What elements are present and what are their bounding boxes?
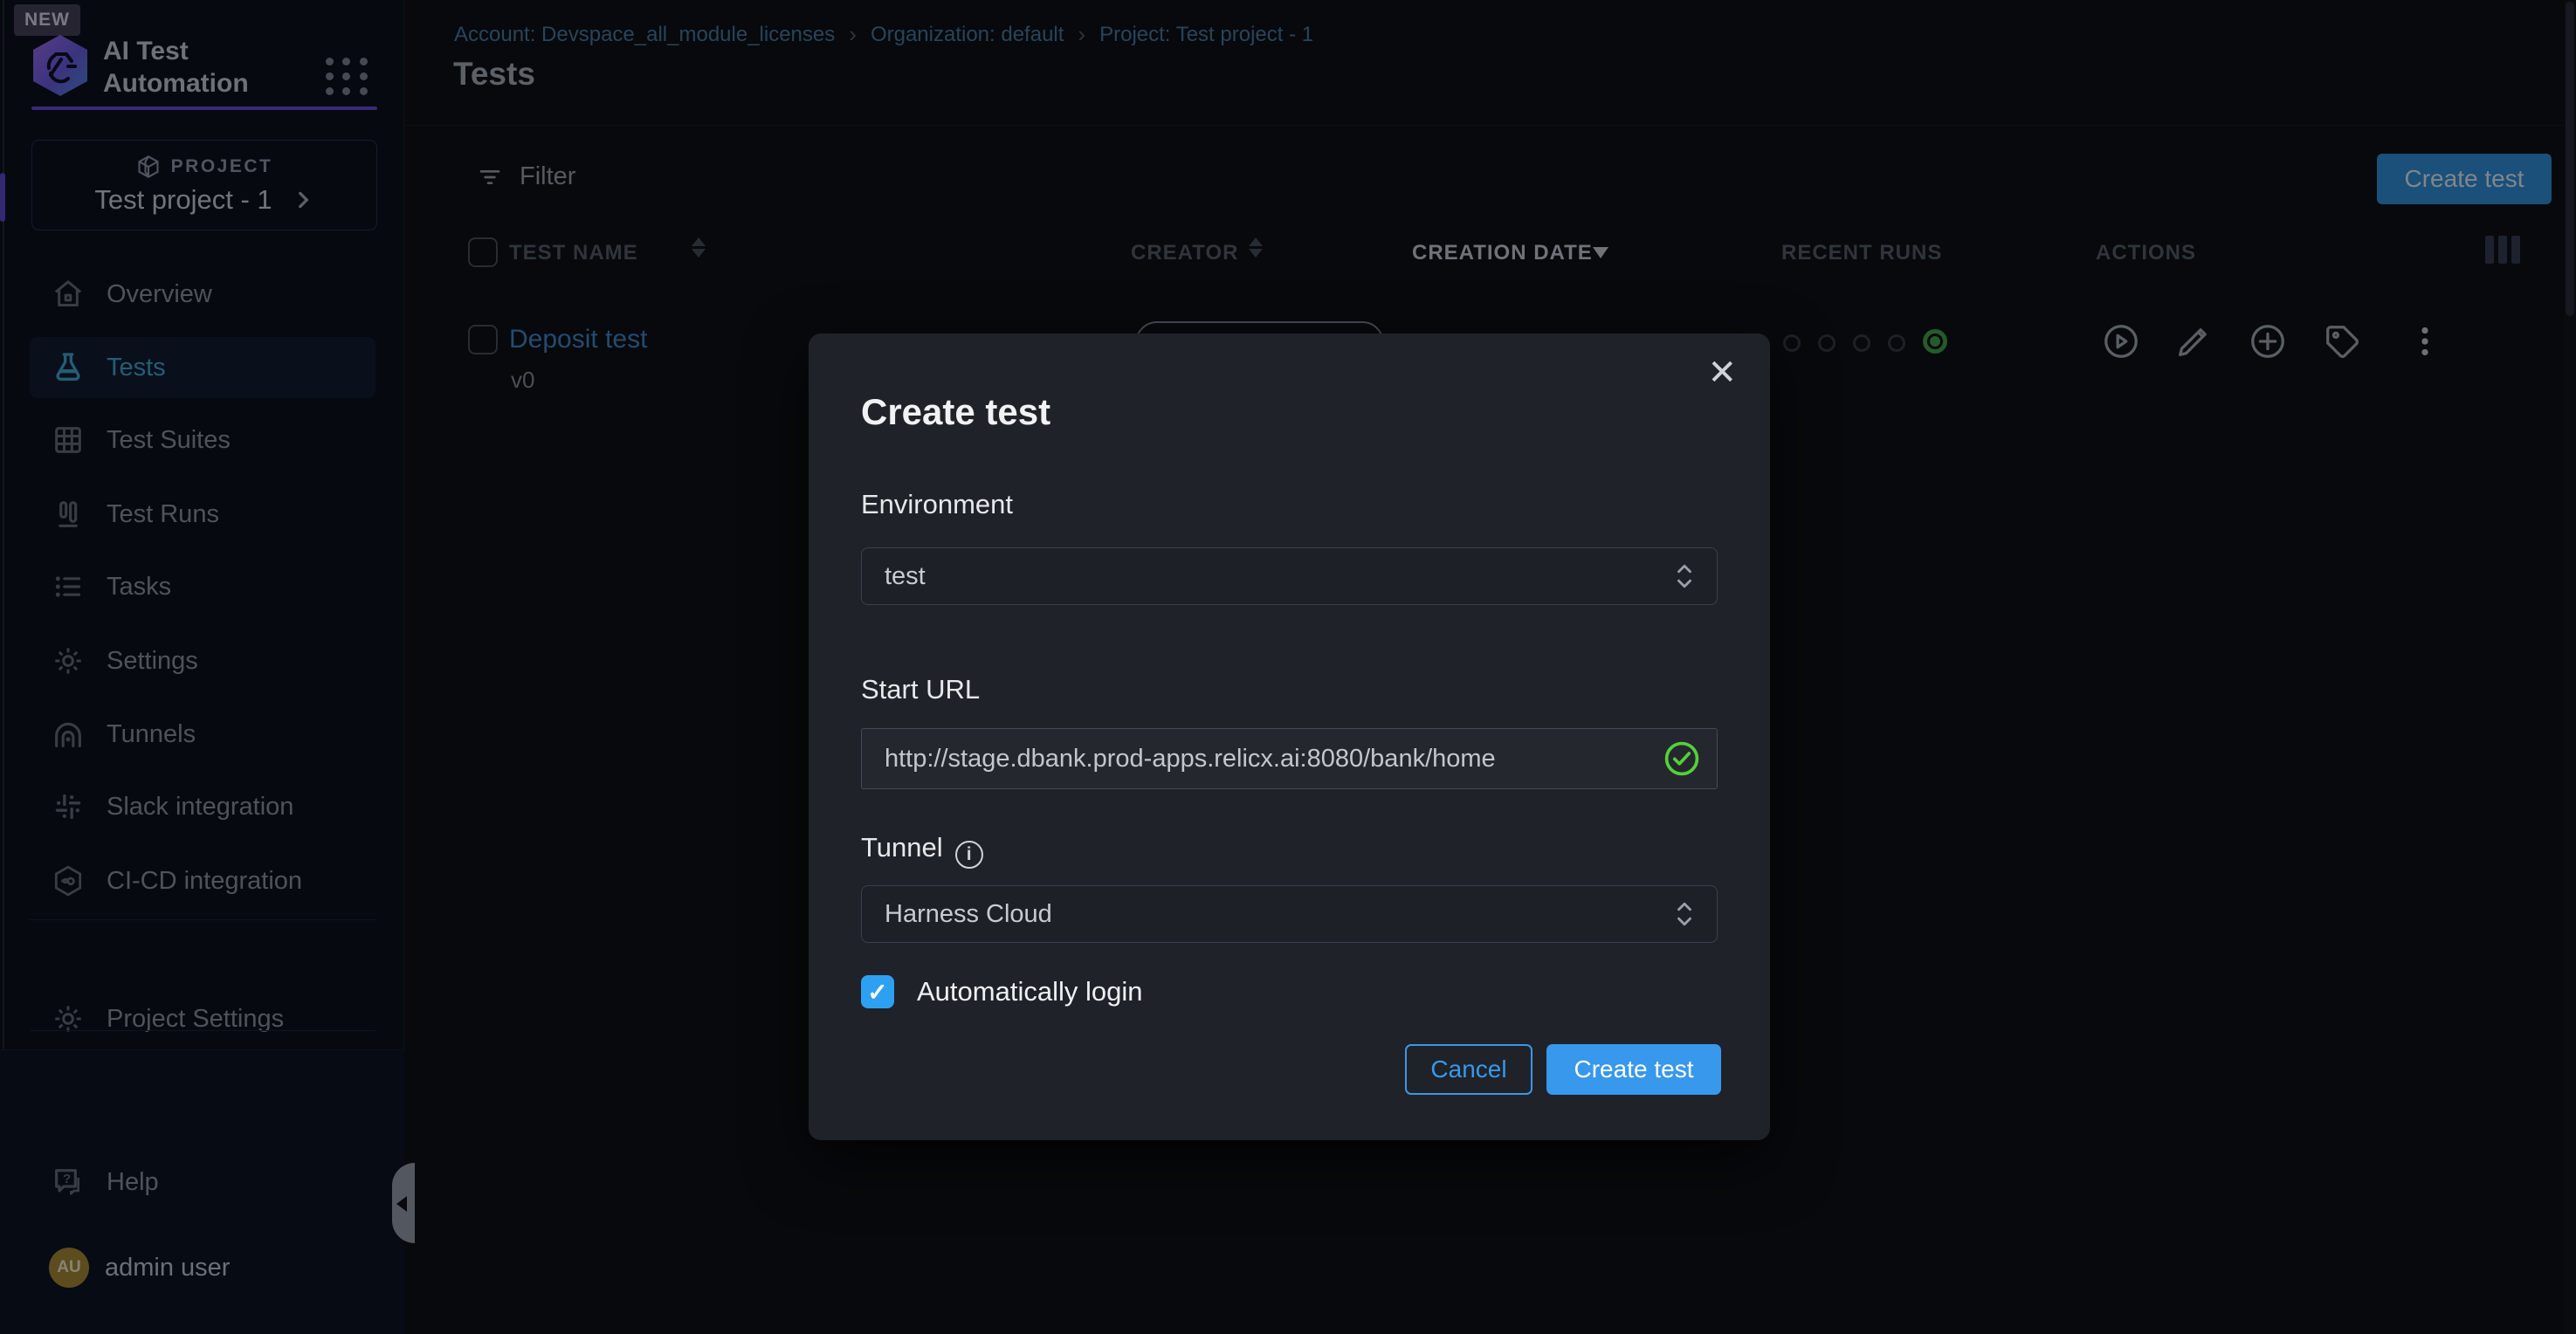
chevron-up-down-icon <box>1673 899 1696 929</box>
chevron-up-down-icon <box>1673 561 1696 591</box>
auto-login-row: ✓ Automatically login <box>861 975 1142 1008</box>
tunnel-select[interactable]: Harness Cloud <box>861 885 1718 943</box>
close-icon[interactable]: ✕ <box>1707 353 1737 393</box>
start-url-label: Start URL <box>861 674 980 705</box>
dialog-title: Create test <box>861 391 1050 433</box>
start-url-input[interactable]: http://stage.dbank.prod-apps.relicx.ai:8… <box>861 728 1718 789</box>
create-test-dialog: ✕ Create test Environment test Start URL… <box>809 334 1770 1140</box>
check-circle-icon <box>1663 739 1701 778</box>
create-test-submit-button[interactable]: Create test <box>1546 1044 1721 1095</box>
cancel-button[interactable]: Cancel <box>1405 1044 1533 1095</box>
environment-select[interactable]: test <box>861 547 1718 605</box>
info-icon[interactable]: i <box>955 841 983 869</box>
tunnel-label: Tunneli <box>861 832 983 869</box>
auto-login-checkbox[interactable]: ✓ <box>861 975 894 1008</box>
environment-label: Environment <box>861 489 1013 520</box>
app-window: NEW AI Test Automation <box>0 0 2576 1334</box>
auto-login-label: Automatically login <box>917 976 1142 1007</box>
